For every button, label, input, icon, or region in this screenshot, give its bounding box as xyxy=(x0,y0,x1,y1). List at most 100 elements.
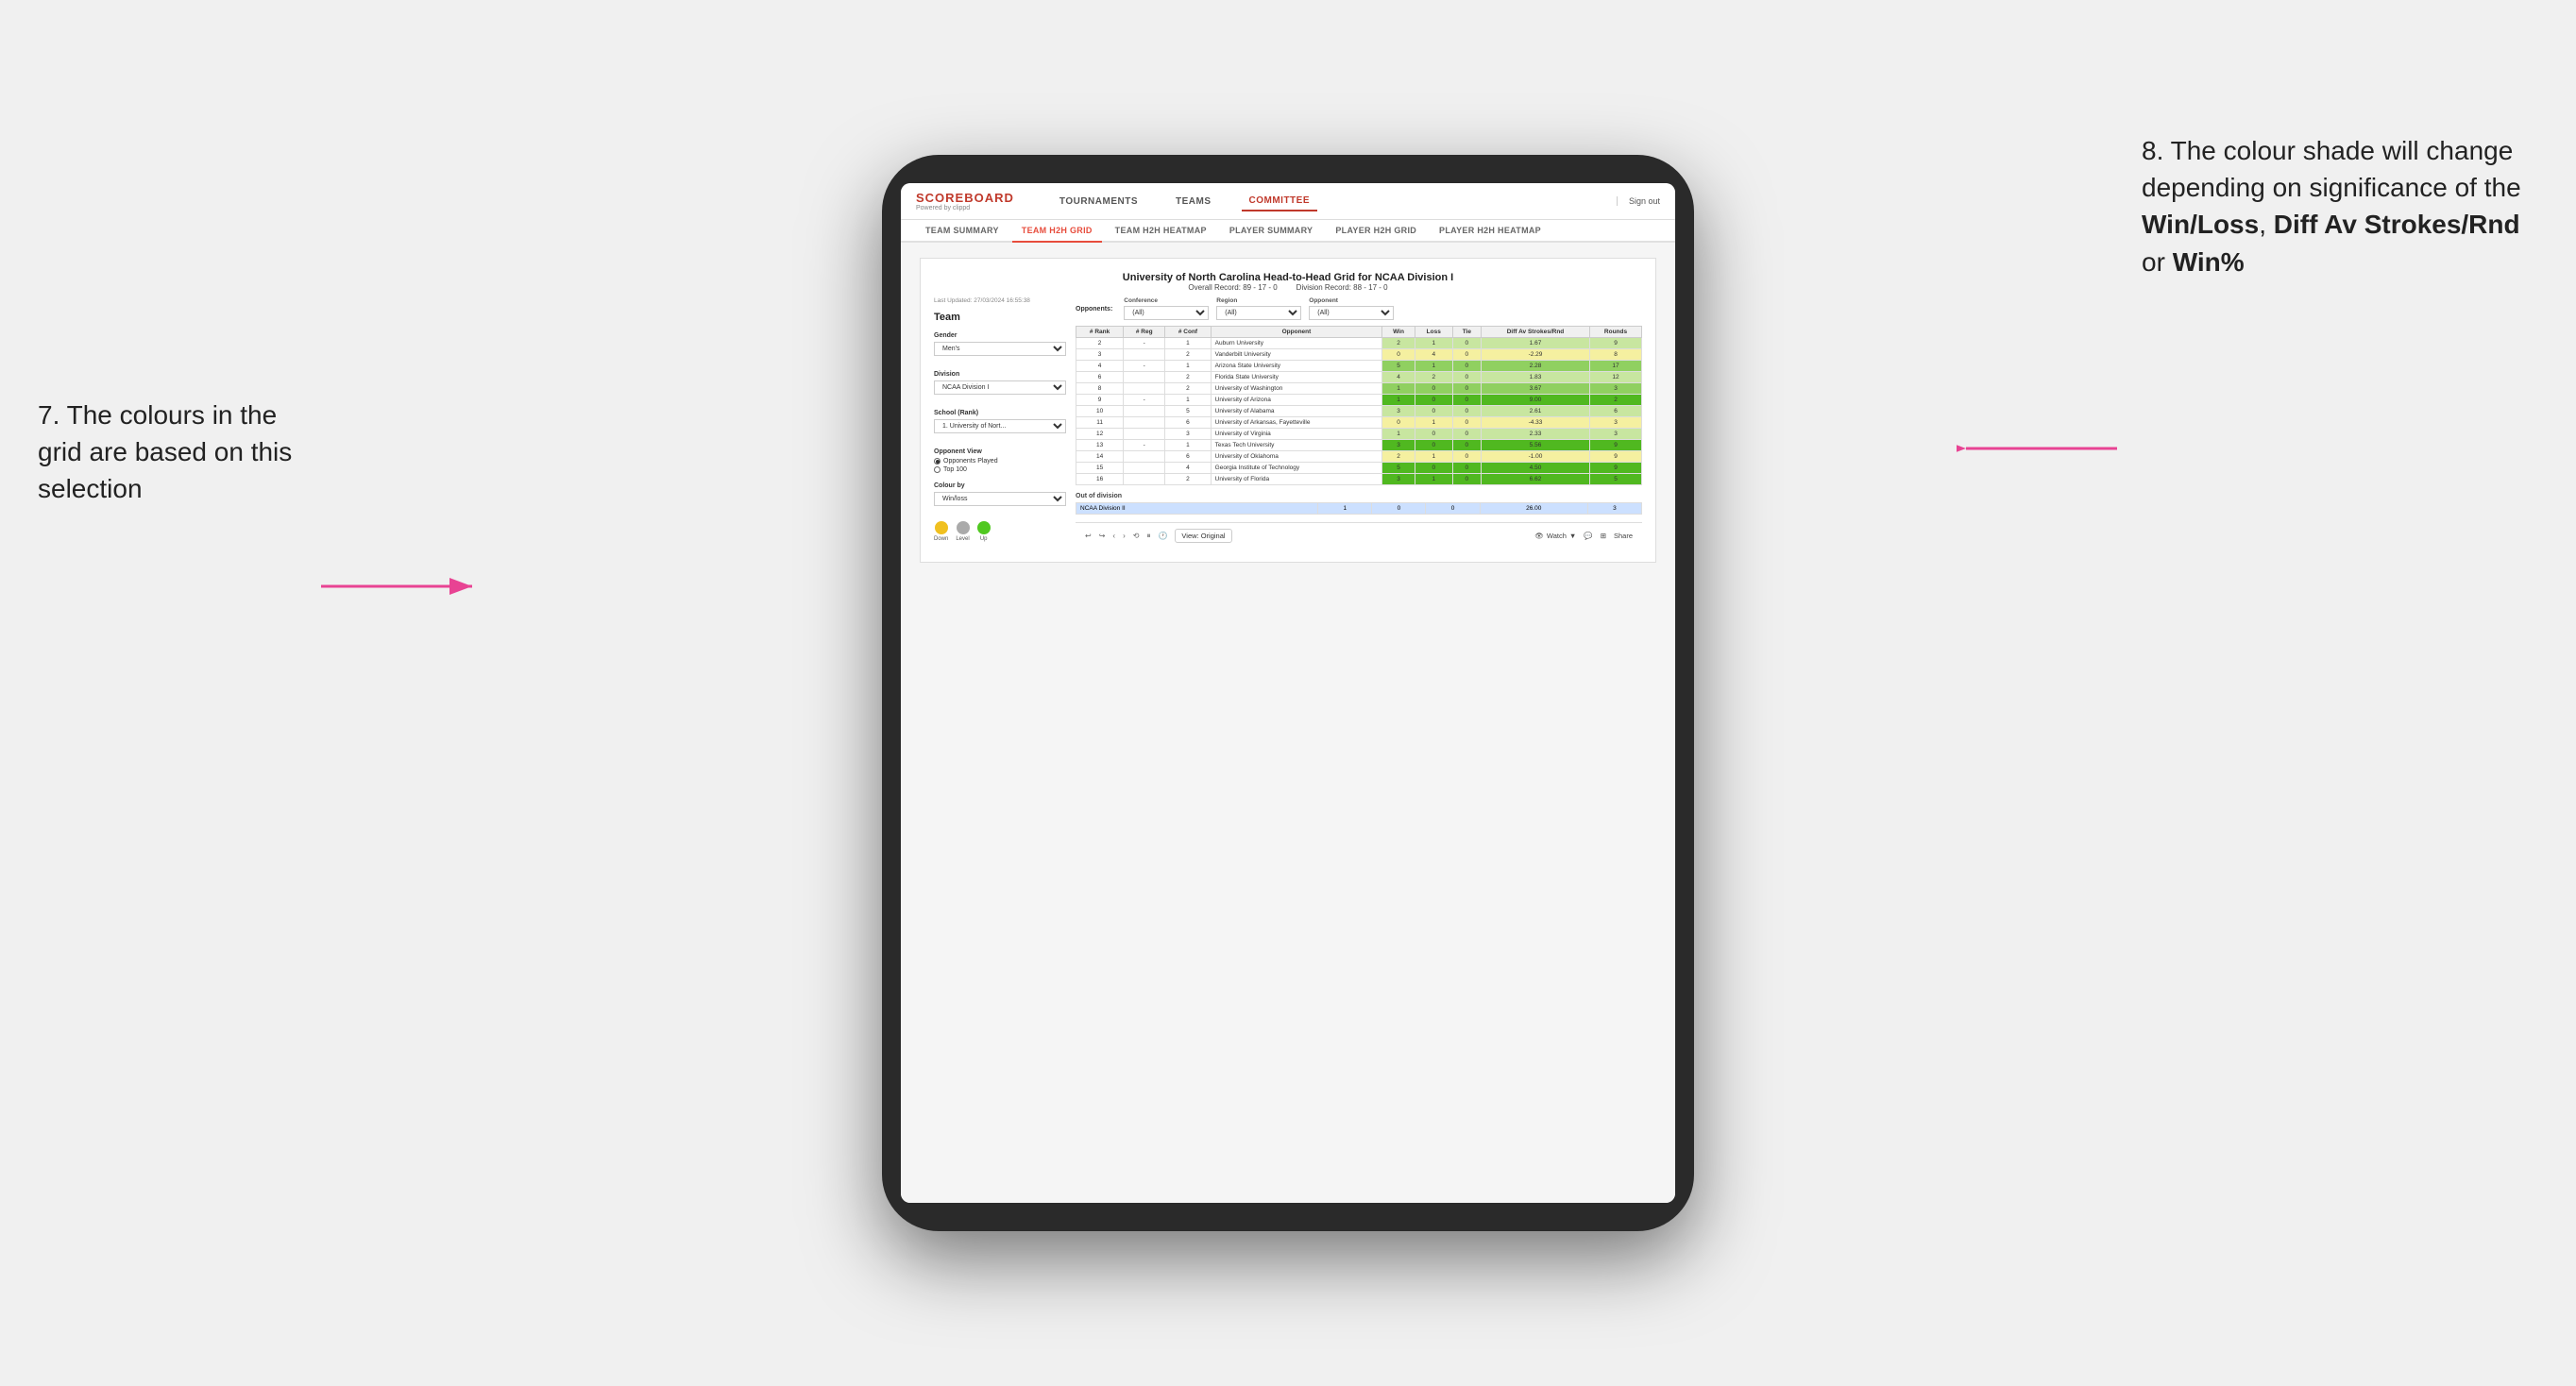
legend-dot-level xyxy=(957,521,970,534)
table-cell: 9 xyxy=(1590,338,1642,349)
table-cell: 11 xyxy=(1076,417,1124,429)
radio-circle-top100 xyxy=(934,466,941,473)
table-cell: 6.62 xyxy=(1481,474,1589,485)
sub-nav-player-summary[interactable]: PLAYER SUMMARY xyxy=(1220,220,1323,241)
table-cell: 1 xyxy=(1415,338,1452,349)
region-select[interactable]: (All) xyxy=(1216,306,1301,320)
radio-circle-played xyxy=(934,458,941,465)
filter-row: Opponents: Conference (All) Region ( xyxy=(1076,297,1642,320)
right-grid: Opponents: Conference (All) Region ( xyxy=(1076,297,1642,549)
table-cell: 1 xyxy=(1165,338,1211,349)
table-cell: 4 xyxy=(1165,463,1211,474)
table-cell: 2.33 xyxy=(1481,429,1589,440)
col-opponent: Opponent xyxy=(1211,327,1382,338)
table-cell: 2.61 xyxy=(1481,406,1589,417)
division-select[interactable]: NCAA Division I xyxy=(934,380,1066,395)
conference-select[interactable]: (All) xyxy=(1124,306,1209,320)
sub-nav-player-h2h-grid[interactable]: PLAYER H2H GRID xyxy=(1326,220,1426,241)
out-win: 1 xyxy=(1318,503,1372,515)
opponent-view-section: Opponent View Opponents Played Top 100 xyxy=(934,448,1066,473)
toolbar-pause[interactable]: ⏸ xyxy=(1146,532,1150,541)
arrow-right-icon xyxy=(1957,425,2127,472)
radio-opponents-played[interactable]: Opponents Played xyxy=(934,458,1066,465)
col-loss: Loss xyxy=(1415,327,1452,338)
table-cell: 1 xyxy=(1165,395,1211,406)
team-section: Team xyxy=(934,312,1066,323)
gender-select[interactable]: Men's xyxy=(934,342,1066,356)
table-cell: Vanderbilt University xyxy=(1211,349,1382,361)
table-cell: 9 xyxy=(1590,451,1642,463)
toolbar-view-button[interactable]: View: Original xyxy=(1175,529,1231,543)
col-rounds: Rounds xyxy=(1590,327,1642,338)
nav-committee[interactable]: COMMITTEE xyxy=(1242,192,1318,211)
view-label: View: Original xyxy=(1181,532,1225,540)
sub-nav-team-h2h-grid[interactable]: TEAM H2H GRID xyxy=(1012,220,1102,243)
table-cell: 0 xyxy=(1452,361,1481,372)
table-cell: 0 xyxy=(1452,440,1481,451)
sub-nav-player-h2h-heatmap[interactable]: PLAYER H2H HEATMAP xyxy=(1430,220,1551,241)
table-cell xyxy=(1124,474,1165,485)
table-cell: 3 xyxy=(1165,429,1211,440)
tableau-toolbar: ↩ ↪ ‹ › ⟲ ⏸ 🕐 View: Original xyxy=(1076,522,1642,549)
out-tie: 0 xyxy=(1426,503,1480,515)
table-row: 9-1University of Arizona1009.002 xyxy=(1076,395,1642,406)
legend-dot-down xyxy=(935,521,948,534)
division-label: Division xyxy=(934,371,1066,378)
table-cell: 1 xyxy=(1415,474,1452,485)
table-cell: 2 xyxy=(1415,372,1452,383)
col-win: Win xyxy=(1382,327,1415,338)
toolbar-grid[interactable]: ⊞ xyxy=(1601,532,1606,540)
radio-group: Opponents Played Top 100 xyxy=(934,458,1066,473)
left-panel: Last Updated: 27/03/2024 16:55:38 Team G… xyxy=(934,297,1066,549)
table-cell: 0 xyxy=(1382,417,1415,429)
table-cell: 0 xyxy=(1452,406,1481,417)
table-cell: -4.33 xyxy=(1481,417,1589,429)
annotation-right-bold-2: Diff Av Strokes/Rnd xyxy=(2274,210,2520,239)
legend-down: Down xyxy=(934,521,948,542)
school-select[interactable]: 1. University of Nort... xyxy=(934,419,1066,433)
toolbar-back[interactable]: ‹ xyxy=(1112,532,1115,540)
nav-teams[interactable]: TEAMS xyxy=(1168,193,1219,211)
toolbar-undo[interactable]: ↩ xyxy=(1085,532,1092,540)
table-cell: - xyxy=(1124,361,1165,372)
table-cell: Georgia Institute of Technology xyxy=(1211,463,1382,474)
table-cell: 0 xyxy=(1415,440,1452,451)
grid-table: # Rank # Reg # Conf Opponent Win Loss Ti… xyxy=(1076,326,1642,485)
toolbar-redo[interactable]: ↪ xyxy=(1099,532,1106,540)
region-label: Region xyxy=(1216,297,1301,304)
color-legend: Down Level Up xyxy=(934,521,1066,542)
radio-top100[interactable]: Top 100 xyxy=(934,466,1066,473)
table-cell: 2 xyxy=(1165,349,1211,361)
toolbar-reset[interactable]: ⟲ xyxy=(1133,532,1140,540)
toolbar-watch-button[interactable]: 👁 Watch ▼ xyxy=(1534,532,1576,540)
toolbar-forward[interactable]: › xyxy=(1123,532,1126,540)
tableau-title: University of North Carolina Head-to-Hea… xyxy=(934,272,1642,283)
sub-nav-team-h2h-heatmap[interactable]: TEAM H2H HEATMAP xyxy=(1106,220,1216,241)
toolbar-share[interactable]: Share xyxy=(1614,532,1633,540)
table-cell: 0 xyxy=(1452,429,1481,440)
opponent-select[interactable]: (All) xyxy=(1309,306,1394,320)
table-cell: 1 xyxy=(1382,429,1415,440)
table-cell: University of Arkansas, Fayetteville xyxy=(1211,417,1382,429)
col-reg: # Reg xyxy=(1124,327,1165,338)
sign-out-button[interactable]: Sign out xyxy=(1617,196,1660,206)
toolbar-comment[interactable]: 💬 xyxy=(1584,532,1592,540)
table-cell: 8 xyxy=(1590,349,1642,361)
table-cell: 9 xyxy=(1590,440,1642,451)
out-division-name: NCAA Division II xyxy=(1076,503,1318,515)
table-cell: 8 xyxy=(1076,383,1124,395)
table-cell: 17 xyxy=(1590,361,1642,372)
table-cell: 1 xyxy=(1382,383,1415,395)
table-cell: 10 xyxy=(1076,406,1124,417)
annotation-left: 7. The colours in the grid are based on … xyxy=(38,397,302,508)
toolbar-clock[interactable]: 🕐 xyxy=(1158,532,1167,540)
gender-label: Gender xyxy=(934,332,1066,339)
table-cell: 1 xyxy=(1382,395,1415,406)
colour-by-label: Colour by xyxy=(934,482,1066,489)
sub-nav-team-summary[interactable]: TEAM SUMMARY xyxy=(916,220,1008,241)
nav-tournaments[interactable]: TOURNAMENTS xyxy=(1052,193,1145,211)
colour-by-select[interactable]: Win/loss xyxy=(934,492,1066,506)
opponent-view-label: Opponent View xyxy=(934,448,1066,455)
table-cell: 2 xyxy=(1165,372,1211,383)
table-cell xyxy=(1124,349,1165,361)
